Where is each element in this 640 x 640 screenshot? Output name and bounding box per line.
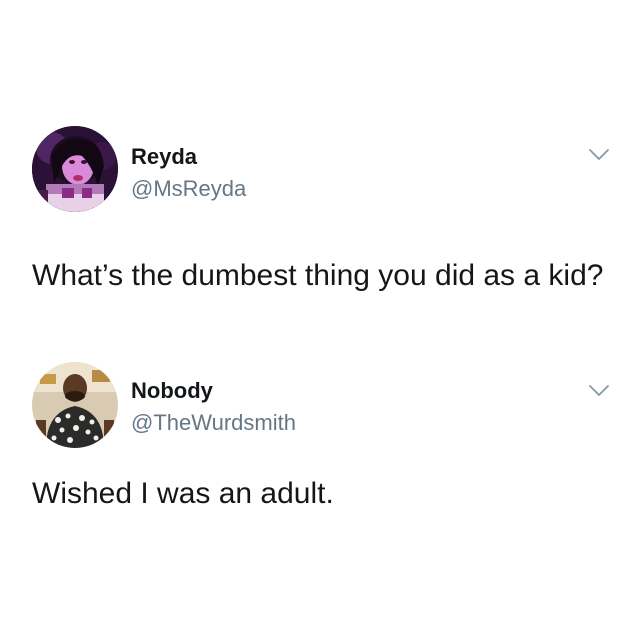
display-name[interactable]: Reyda	[131, 144, 197, 170]
chevron-down-icon[interactable]	[588, 148, 610, 162]
display-name[interactable]: Nobody	[131, 378, 213, 404]
profile-photo-icon	[32, 362, 118, 448]
chevron-down-icon[interactable]	[588, 384, 610, 398]
tweet-text: Wished I was an adult.	[32, 477, 334, 510]
user-handle[interactable]: @TheWurdsmith	[131, 410, 296, 436]
user-handle[interactable]: @MsReyda	[131, 176, 246, 202]
avatar[interactable]	[32, 362, 118, 448]
avatar[interactable]	[32, 126, 118, 212]
profile-photo-icon	[32, 126, 118, 212]
tweet-text: What’s the dumbest thing you did as a ki…	[32, 259, 604, 292]
